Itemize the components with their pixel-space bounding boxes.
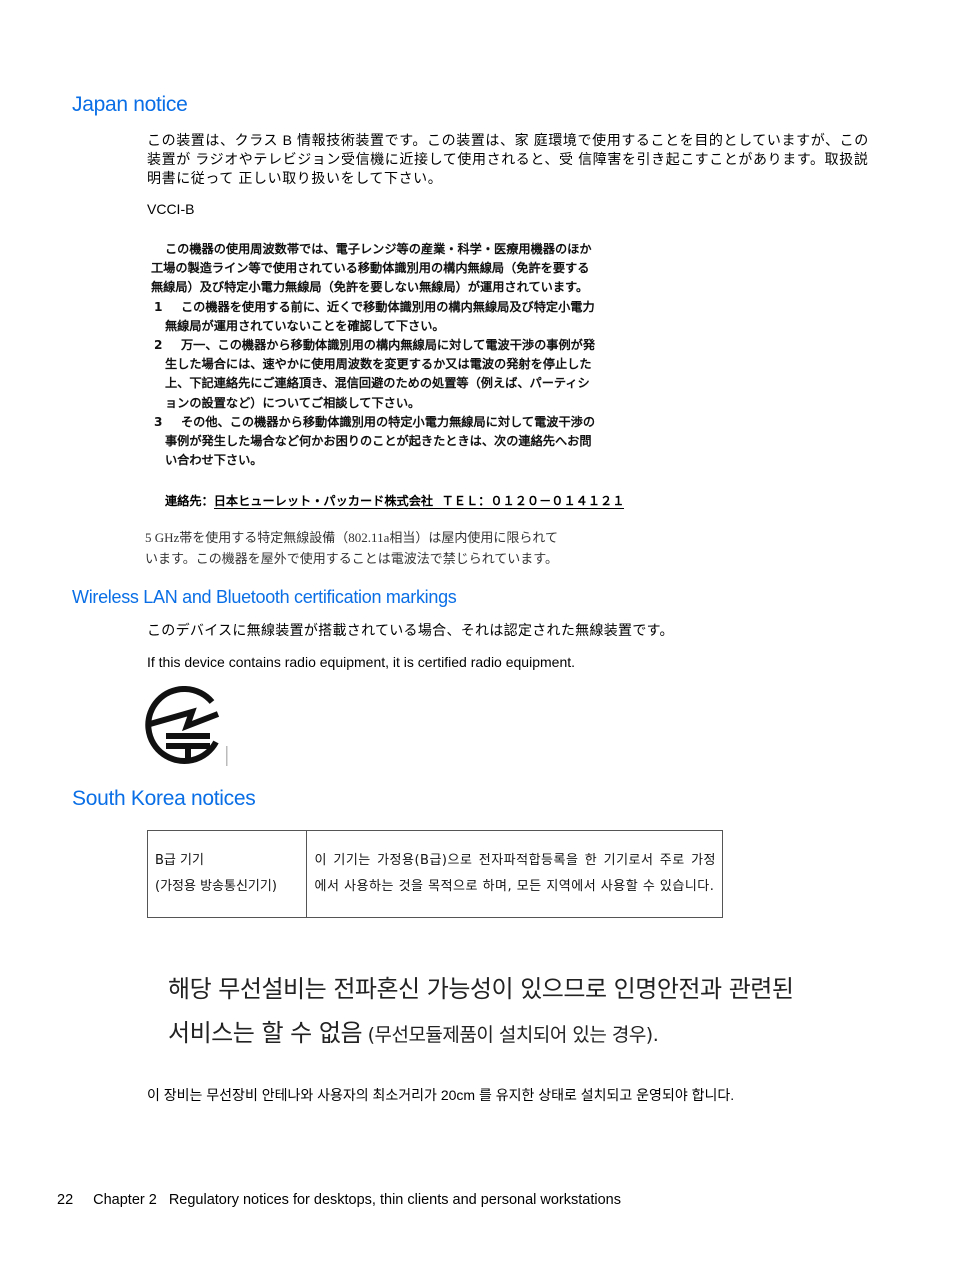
table-row: B급 기기 (가정용 방송통신기기) 이 기기는 가정용(B급)으로 전자파적합… (147, 830, 724, 918)
wireless-en-text: If this device contains radio equipment,… (147, 654, 576, 670)
5ghz-note: 5 GHz帯を使用する特定無線設備（802.11a相当）は屋内使用に限られて い… (145, 527, 558, 569)
class-label: B급 기기 (155, 853, 204, 868)
item-line: この機器を使用する前に、近くで移動体識別用の構内無線局及び特定小電力 (181, 299, 595, 314)
item-line: 事例が発生した場合など何かお困りのことが起きたときは、次の連絡先へお問 (165, 434, 592, 449)
vcci-paragraph: この装置は、クラス B 情報技術装置です。この装置は、家 庭環境で使用することを… (147, 132, 869, 186)
vcci-label: VCCI-B (147, 201, 195, 217)
item-line: 生した場合には、速やかに使用周波数を変更するか又は電波の発射を停止した (165, 357, 592, 372)
item-number: 1 (154, 299, 163, 314)
class-cell: B급 기기 (가정용 방송통신기기) (147, 830, 307, 918)
page-number: 22 (57, 1192, 74, 1208)
contact-tel: ＴＥＬ：０１２０－０１４１２１ (441, 494, 625, 508)
class-description: 이 기기는 가정용(B급)으로 전자파적합등록을 한 기기로서 주로 가정에서 … (305, 830, 724, 918)
5ghz-note-line: います。この機器を屋外で使用することは電波法で禁じられています。 (145, 551, 559, 566)
contact-label: 連絡先： (165, 494, 214, 508)
notice-item-1: 1 この機器を使用する前に、近くで移動体識別用の構内無線局及び特定小電力 (151, 298, 661, 317)
item-line: い合わせ下さい。 (165, 453, 263, 468)
notice-line-2: 서비스는 할 수 없음 (무선모듈제품이 설치되어 있는 경우). (168, 1011, 793, 1057)
item-line: 上、下記連絡先にご連絡頂き、混信回避のための処置等（例えば、パーティシ (165, 376, 590, 391)
wireless-certification-heading: Wireless LAN and Bluetooth certification… (72, 587, 457, 607)
korea-class-b-table: B급 기기 (가정용 방송통신기기) 이 기기는 가정용(B급)으로 전자파적합… (147, 830, 724, 918)
chapter-label: Chapter 2 (93, 1192, 157, 1208)
notice-item-3: 3 その他、この機器から移動体識別用の特定小電力無線局に対して電波干渉の (151, 413, 661, 432)
antenna-distance-note: 이 장비는 무선장비 안테나와 사용자의 최소거리가 20cm 를 유지한 상태… (147, 1087, 735, 1103)
notice-line-2-paren: (무선모듈제품이 설치되어 있는 경우). (362, 1024, 659, 1046)
notice-item-2: 2 万一、この機器から移動体識別用の構内無線局に対して電波干渉の事例が発 (151, 336, 661, 355)
item-line: 万一、この機器から移動体識別用の構内無線局に対して電波干渉の事例が発 (181, 338, 596, 353)
notice-intro-line: この機器の使用周波数帯では、電子レンジ等の産業・科学・医療用機器のほか (165, 242, 592, 256)
japan-radio-certification-mark-icon (144, 686, 228, 768)
notice-line-2-main: 서비스는 할 수 없음 (168, 1019, 363, 1047)
item-number: 2 (154, 338, 163, 353)
page-footer: 22 Chapter 2 Regulatory notices for deskto… (57, 1192, 621, 1208)
notice-line-1: 해당 무선설비는 전파혼신 가능성이 있으므로 인명안전과 관련된 (168, 975, 794, 1003)
item-line: ョンの設置など）についてご相談して下さい。 (165, 395, 421, 410)
contact-info: 連絡先：日本ヒューレット・パッカード株式会社 ＴＥＬ：０１２０－０１４１２１ (165, 491, 625, 509)
wireless-jp-text: このデバイスに無線装置が搭載されている場合、それは認定された無線装置です。 (147, 622, 674, 638)
radio-interference-notice: この機器の使用周波数帯では、電子レンジ等の産業・科学・医療用機器のほか 工場の製… (151, 240, 661, 470)
class-sub: (가정용 방송통신기기) (155, 879, 277, 894)
contact-details: 日本ヒューレット・パッカード株式会社 ＴＥＬ：０１２０－０１４１２１ (213, 494, 625, 509)
korea-interference-notice: 해당 무선설비는 전파혼신 가능성이 있으므로 인명안전과 관련된 서비스는 할… (168, 967, 794, 1057)
chapter-title: Regulatory notices for desktops, thin cl… (168, 1192, 621, 1208)
notice-intro-line: 無線局）及び特定小電力無線局（免許を要しない無線局）が運用されています。 (151, 280, 589, 295)
south-korea-heading: South Korea notices (72, 787, 256, 810)
contact-company: 日本ヒューレット・パッカード株式会社 (213, 494, 434, 508)
item-number: 3 (154, 414, 163, 429)
item-line: その他、この機器から移動体識別用の特定小電力無線局に対して電波干渉の (181, 414, 596, 429)
item-line: 無線局が運用されていないことを確認して下さい。 (165, 318, 445, 333)
notice-intro-line: 工場の製造ライン等で使用されている移動体識別用の構内無線局（免許を要する (151, 261, 590, 276)
5ghz-note-line: 5 GHz帯を使用する特定無線設備（802.11a相当）は屋内使用に限られて (145, 530, 558, 545)
japan-notice-heading: Japan notice (72, 93, 188, 116)
